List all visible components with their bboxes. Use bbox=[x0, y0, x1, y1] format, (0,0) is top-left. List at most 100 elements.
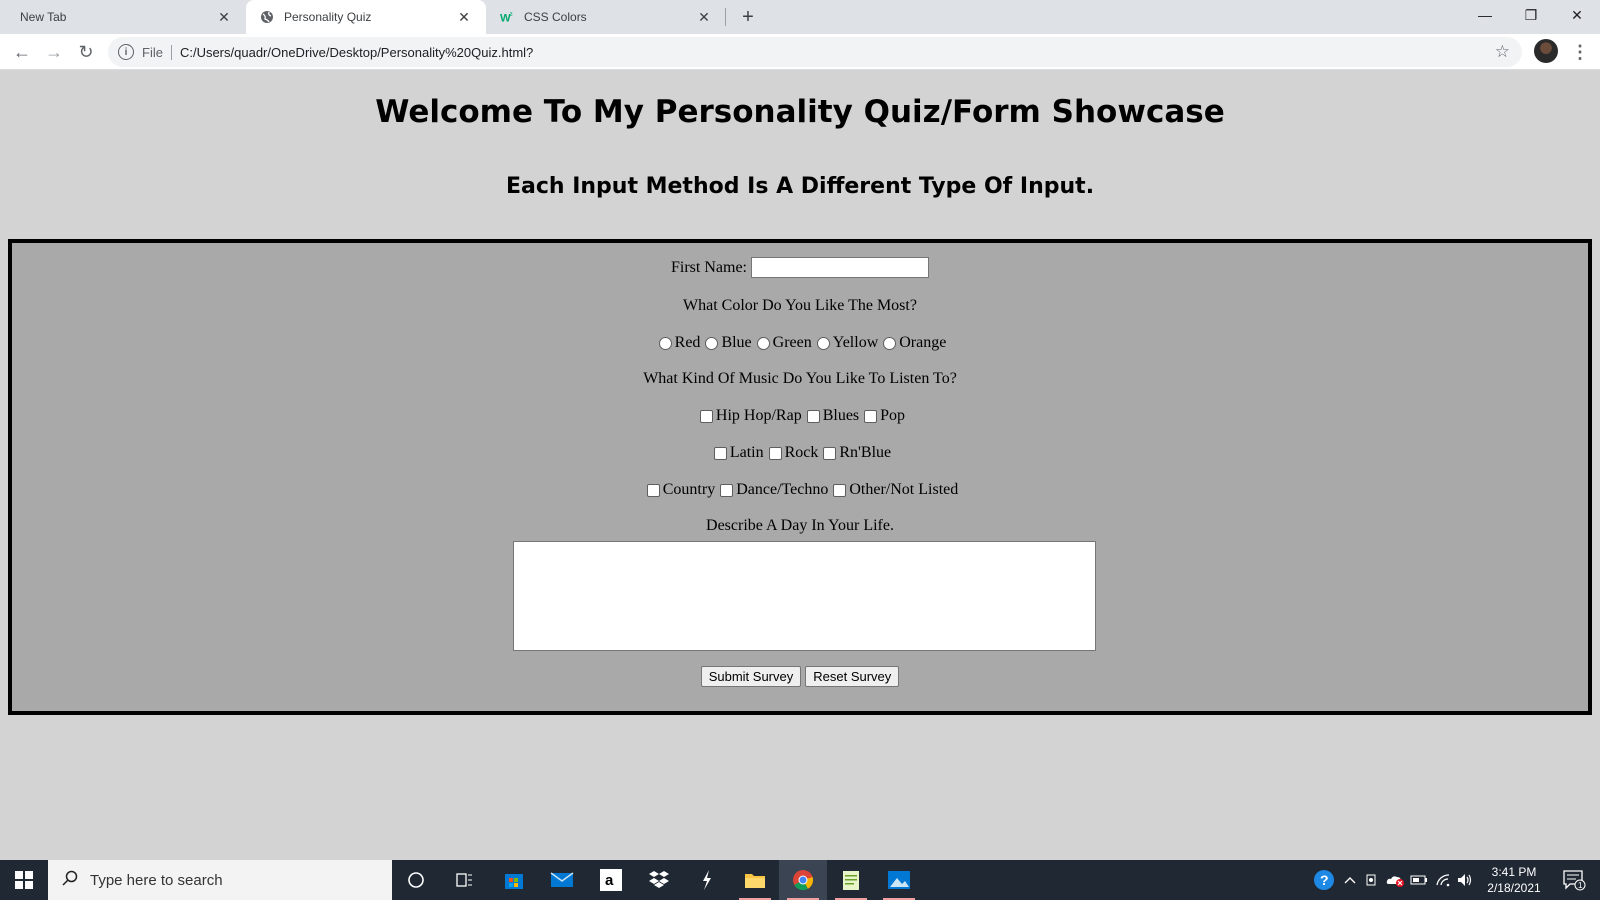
music-option-dance[interactable]: Dance/Techno bbox=[715, 481, 828, 499]
checkbox[interactable] bbox=[699, 409, 713, 423]
music-option-hiphop[interactable]: Hip Hop/Rap bbox=[695, 407, 802, 425]
music-option-blues[interactable]: Blues bbox=[802, 407, 859, 425]
music-option-pop[interactable]: Pop bbox=[859, 407, 905, 425]
notepad-plus-icon[interactable] bbox=[827, 860, 875, 900]
vscode-bolt-icon[interactable] bbox=[683, 860, 731, 900]
radio-button[interactable] bbox=[756, 336, 770, 350]
profile-avatar[interactable] bbox=[1534, 39, 1558, 63]
tab-separator bbox=[725, 8, 726, 26]
volume-icon[interactable] bbox=[1454, 860, 1476, 900]
music-options-row-2: Latin Rock Rn'Blue bbox=[12, 444, 1588, 462]
close-tab-icon[interactable]: ✕ bbox=[216, 9, 232, 25]
notification-center-icon[interactable]: 1 bbox=[1556, 860, 1592, 900]
tab-title: CSS Colors bbox=[524, 10, 587, 24]
forward-button[interactable]: → bbox=[40, 38, 68, 66]
radio-button[interactable] bbox=[658, 336, 672, 350]
checkbox[interactable] bbox=[720, 483, 734, 497]
first-name-row: First Name: bbox=[12, 257, 1588, 278]
close-tab-icon[interactable]: ✕ bbox=[456, 9, 472, 25]
close-tab-icon[interactable]: ✕ bbox=[696, 9, 712, 25]
close-window-button[interactable]: ✕ bbox=[1554, 0, 1600, 30]
music-question-text: What Kind Of Music Do You Like To Listen… bbox=[643, 370, 957, 387]
checkbox[interactable] bbox=[823, 446, 837, 460]
color-option-yellow[interactable]: Yellow bbox=[812, 334, 879, 352]
music-options-row-1: Hip Hop/Rap Blues Pop bbox=[12, 407, 1588, 425]
photos-icon[interactable] bbox=[875, 860, 923, 900]
music-option-country[interactable]: Country bbox=[642, 481, 715, 499]
w3schools-icon: W3 bbox=[500, 10, 514, 24]
amazon-icon[interactable]: a bbox=[587, 860, 635, 900]
describe-label: Describe A Day In Your Life. bbox=[706, 517, 894, 534]
clock-date: 2/18/2021 bbox=[1487, 881, 1541, 895]
tab-title: Personality Quiz bbox=[284, 10, 372, 24]
color-option-blue[interactable]: Blue bbox=[700, 334, 752, 352]
tab-personality-quiz[interactable]: Personality Quiz ✕ bbox=[246, 0, 486, 34]
onedrive-error-icon[interactable] bbox=[1384, 860, 1406, 900]
wifi-icon[interactable] bbox=[1432, 860, 1454, 900]
minimize-button[interactable]: — bbox=[1462, 0, 1508, 30]
page-title: Welcome To My Personality Quiz/Form Show… bbox=[375, 94, 1225, 130]
url-text[interactable]: C:/Users/quadr/OneDrive/Desktop/Personal… bbox=[180, 45, 533, 60]
chevron-up-icon[interactable] bbox=[1340, 860, 1360, 900]
option-label: Latin bbox=[729, 444, 764, 461]
music-options-row-3: Country Dance/Techno Other/Not Listed bbox=[12, 481, 1588, 499]
reset-survey-button[interactable]: Reset Survey bbox=[805, 666, 900, 687]
chrome-icon[interactable] bbox=[779, 860, 827, 900]
music-option-rock[interactable]: Rock bbox=[764, 444, 818, 462]
reload-button[interactable]: ↻ bbox=[72, 38, 100, 66]
tab-css-colors[interactable]: W3 CSS Colors ✕ bbox=[486, 0, 726, 34]
first-name-input[interactable] bbox=[751, 257, 929, 278]
search-placeholder: Type here to search bbox=[90, 871, 223, 889]
page-viewport: Welcome To My Personality Quiz/Form Show… bbox=[0, 70, 1600, 860]
radio-button[interactable] bbox=[883, 336, 897, 350]
option-label: Pop bbox=[880, 407, 906, 424]
search-icon bbox=[62, 870, 78, 891]
info-icon[interactable]: i bbox=[118, 44, 134, 60]
option-label: Rn'Blue bbox=[839, 444, 892, 461]
checkbox[interactable] bbox=[864, 409, 878, 423]
music-question: What Kind Of Music Do You Like To Listen… bbox=[12, 370, 1588, 388]
file-explorer-icon[interactable] bbox=[731, 860, 779, 900]
help-icon[interactable]: ? bbox=[1310, 860, 1338, 900]
option-label: Dance/Techno bbox=[736, 481, 829, 498]
describe-row: Describe A Day In Your Life. bbox=[12, 517, 1588, 535]
color-option-green[interactable]: Green bbox=[752, 334, 812, 352]
taskbar-clock[interactable]: 3:41 PM 2/18/2021 bbox=[1478, 864, 1550, 896]
music-option-latin[interactable]: Latin bbox=[709, 444, 764, 462]
battery-icon[interactable] bbox=[1408, 860, 1430, 900]
store-icon[interactable] bbox=[490, 860, 538, 900]
tab-strip: New Tab ✕ Personality Quiz ✕ W3 CSS Colo… bbox=[0, 0, 1600, 34]
meet-now-icon[interactable] bbox=[1362, 860, 1382, 900]
option-label: Blues bbox=[822, 407, 860, 424]
color-option-orange[interactable]: Orange bbox=[878, 334, 946, 352]
submit-survey-button[interactable]: Submit Survey bbox=[700, 666, 802, 687]
back-button[interactable]: ← bbox=[8, 38, 36, 66]
describe-textarea[interactable] bbox=[513, 541, 1096, 651]
color-option-red[interactable]: Red bbox=[654, 334, 700, 352]
browser-menu-button[interactable]: ⋮ bbox=[1570, 38, 1590, 66]
cortana-icon[interactable] bbox=[392, 860, 440, 900]
start-button[interactable] bbox=[0, 860, 48, 900]
radio-button[interactable] bbox=[705, 336, 719, 350]
music-option-other[interactable]: Other/Not Listed bbox=[828, 481, 958, 499]
clock-time: 3:41 PM bbox=[1491, 865, 1537, 879]
notification-count: 1 bbox=[1578, 881, 1583, 890]
option-label: Yellow bbox=[832, 334, 879, 351]
checkbox[interactable] bbox=[713, 446, 727, 460]
checkbox[interactable] bbox=[806, 409, 820, 423]
task-view-icon[interactable] bbox=[440, 860, 488, 900]
checkbox[interactable] bbox=[833, 483, 847, 497]
restore-button[interactable]: ❐ bbox=[1508, 0, 1554, 30]
radio-button[interactable] bbox=[816, 336, 830, 350]
mail-icon[interactable] bbox=[538, 860, 586, 900]
new-tab-button[interactable]: + bbox=[735, 4, 761, 30]
bookmark-star-icon[interactable]: ☆ bbox=[1495, 42, 1510, 62]
taskbar-search[interactable]: Type here to search bbox=[48, 860, 392, 900]
tab-new-tab[interactable]: New Tab ✕ bbox=[0, 0, 246, 34]
address-bar[interactable]: i File C:/Users/quadr/OneDrive/Desktop/P… bbox=[108, 37, 1522, 67]
checkbox[interactable] bbox=[768, 446, 782, 460]
music-option-rnblue[interactable]: Rn'Blue bbox=[818, 444, 891, 462]
dropbox-icon[interactable] bbox=[635, 860, 683, 900]
option-label: Other/Not Listed bbox=[849, 481, 959, 498]
checkbox[interactable] bbox=[646, 483, 660, 497]
